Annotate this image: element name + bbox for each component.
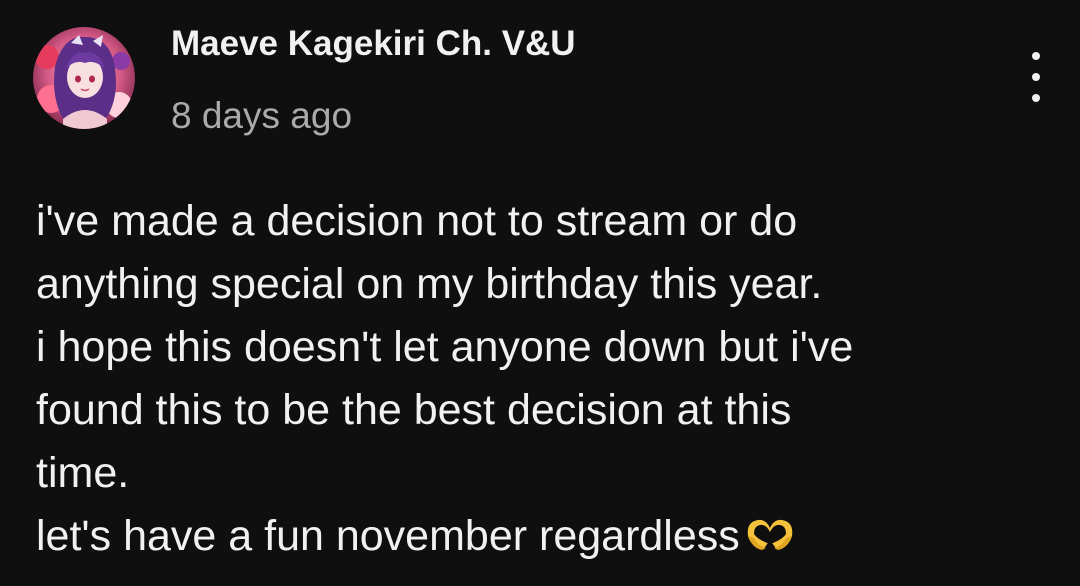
post-text-line: anything special on my birthday this yea…	[36, 260, 823, 308]
more-options-button[interactable]	[1016, 52, 1056, 102]
post-text-line: time.	[36, 449, 130, 497]
post-text-line: i've made a decision not to stream or do	[36, 197, 798, 245]
post-text-line: found this to be the best decision at th…	[36, 386, 792, 434]
community-post: Maeve Kagekiri Ch. V&U 8 days ago i've m…	[0, 0, 1080, 586]
heart-hands-icon	[742, 509, 798, 550]
channel-name[interactable]: Maeve Kagekiri Ch. V&U	[171, 24, 576, 64]
more-vertical-icon	[1032, 52, 1040, 60]
post-text: i've made a decision not to stream or do…	[36, 190, 1046, 568]
channel-avatar[interactable]	[33, 27, 135, 129]
more-vertical-icon	[1032, 73, 1040, 81]
post-text-line-last: let's have a fun november regardless	[36, 505, 1046, 568]
post-text-line-content: let's have a fun november regardless	[36, 512, 740, 560]
post-text-line: i hope this doesn't let anyone down but …	[36, 323, 854, 371]
post-timestamp[interactable]: 8 days ago	[171, 95, 352, 137]
more-vertical-icon	[1032, 94, 1040, 102]
avatar-image	[33, 27, 135, 129]
